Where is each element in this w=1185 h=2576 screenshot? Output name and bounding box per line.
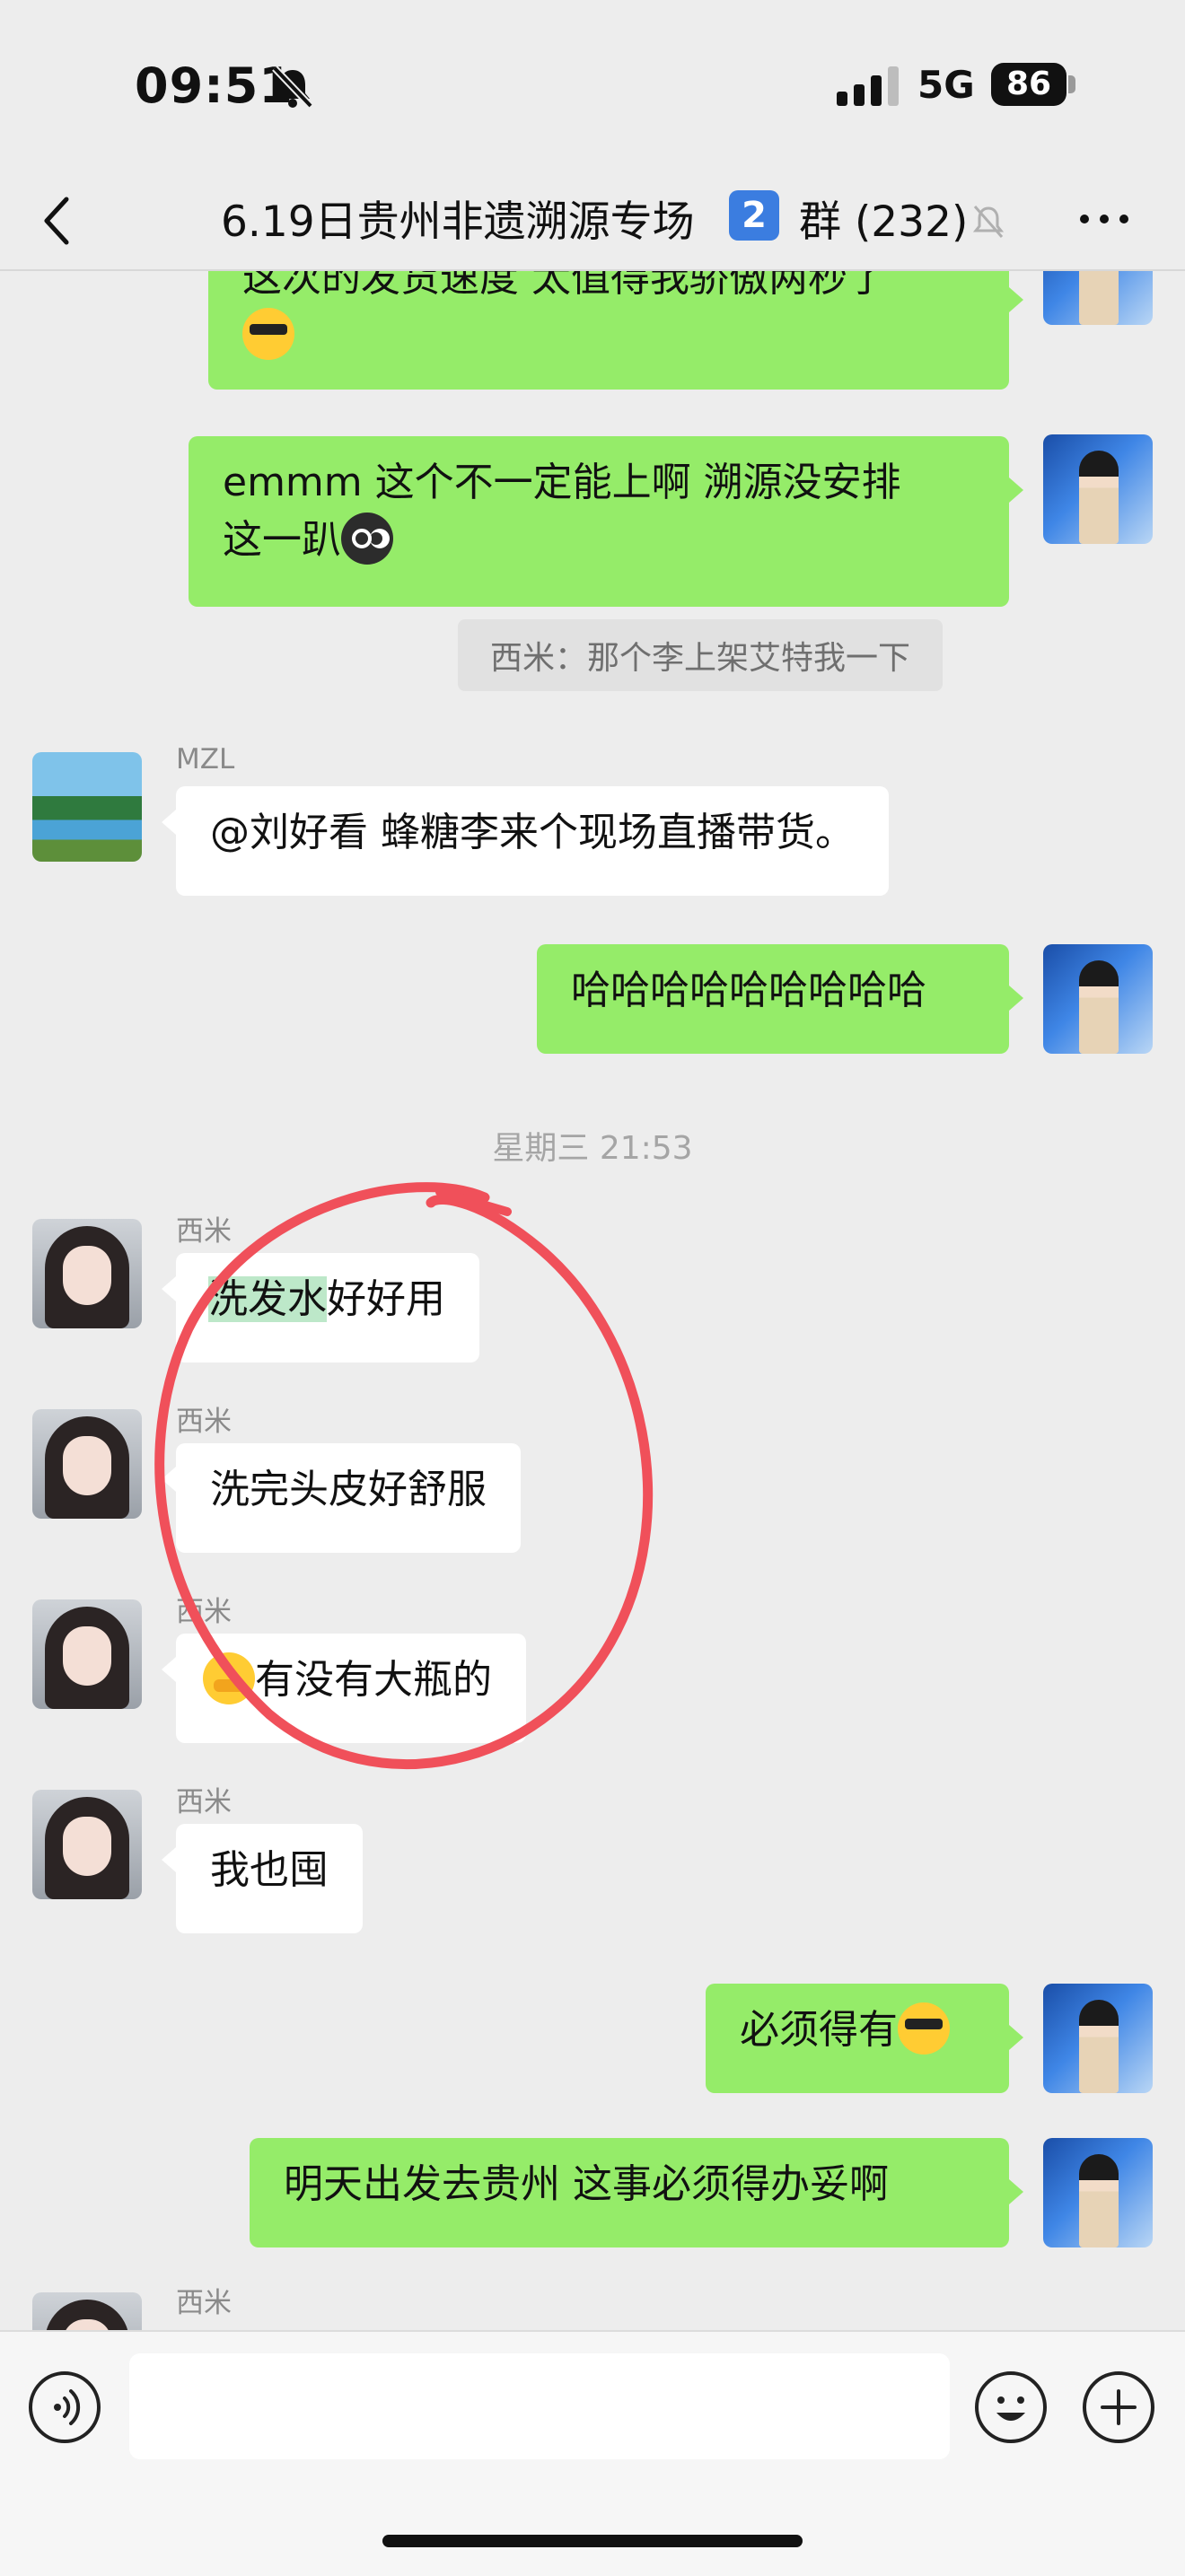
message-bubble-own[interactable]: emmm 这个不一定能上啊 溯源没安排 这一趴 (189, 436, 1009, 607)
message-text: 哈哈哈哈哈哈哈哈哈 (571, 968, 926, 1013)
status-bar: 09:51 5G 86 (0, 0, 1185, 171)
bubble-tail (162, 810, 176, 835)
dizzy-emoji-icon (341, 513, 393, 565)
contact-avatar-ximi[interactable] (32, 1219, 142, 1328)
my-avatar[interactable] (1043, 2138, 1153, 2247)
bubble-tail (162, 1467, 176, 1492)
bubble-tail (1009, 2025, 1023, 2050)
message-bubble-own[interactable]: 必须得有 (706, 1984, 1009, 2093)
battery-level: 86 (991, 63, 1066, 106)
message-text: 有没有大瓶的 (255, 1657, 492, 1703)
my-avatar[interactable] (1043, 1984, 1153, 2093)
contact-avatar-mzl[interactable] (32, 752, 142, 862)
my-avatar[interactable] (1043, 944, 1153, 1054)
chat-header: 6.19日贵州非遗溯源专场 2 群 (232) (0, 171, 1185, 271)
bubble-tail (1009, 2179, 1023, 2204)
sender-name: 西米 (176, 1786, 232, 1818)
sender-name: 西米 (176, 2287, 232, 2319)
cool-emoji-icon (242, 308, 294, 360)
message-bubble-other[interactable]: 有没有大瓶的 (176, 1634, 526, 1743)
bell-muted-icon (272, 66, 313, 109)
group-title: 6.19日贵州非遗溯源专场 (221, 197, 695, 247)
message-input[interactable] (129, 2353, 950, 2459)
voice-icon[interactable] (29, 2371, 101, 2443)
message-text: emmm 这个不一定能上啊 溯源没安排 (223, 460, 901, 505)
group-member-count: 群 (232) (799, 197, 969, 247)
highlighted-keyword[interactable]: 洗发水 (208, 1276, 327, 1322)
bubble-tail (1009, 478, 1023, 503)
chat-message-list[interactable]: 这次的发货速度 太值得我骄傲两秒了 emmm 这个不一定能上啊 溯源没安排 这一… (0, 269, 1185, 2330)
message-bubble-own[interactable]: 明天出发去贵州 这事必须得办妥啊 (250, 2138, 1009, 2247)
message-text: 洗完头皮好舒服 (210, 1467, 487, 1512)
message-text: 这一趴 (223, 517, 341, 563)
my-avatar[interactable] (1043, 269, 1153, 325)
message-text: 这次的发货速度 太值得我骄傲两秒了 (242, 269, 887, 301)
sender-name: MZL (176, 743, 235, 775)
emoji-icon[interactable] (975, 2371, 1047, 2443)
message-text: 好好用 (327, 1276, 445, 1322)
message-bubble-other[interactable]: 我也囤 (176, 1824, 363, 1933)
bubble-tail (162, 1847, 176, 1872)
message-bubble-other[interactable]: 洗发水好好用 (176, 1253, 479, 1362)
message-text: @刘好看 蜂糖李来个现场直播带货。 (210, 810, 855, 855)
battery-tip (1068, 75, 1075, 93)
sender-name: 西米 (176, 1596, 232, 1628)
my-avatar[interactable] (1043, 434, 1153, 544)
contact-avatar-ximi[interactable] (32, 1599, 142, 1709)
network-type: 5G (917, 63, 975, 107)
signal-icon (837, 66, 899, 106)
bubble-tail (1009, 287, 1023, 312)
quoted-reply[interactable]: 西米：那个李上架艾特我一下 (458, 619, 944, 691)
timestamp-divider: 星期三 21:53 (492, 1130, 693, 1167)
message-text: 明天出发去贵州 这事必须得办妥啊 (284, 2161, 889, 2207)
keycap-badge: 2 (729, 190, 779, 241)
shush-emoji-icon (203, 1652, 255, 1704)
home-indicator[interactable] (382, 2535, 803, 2547)
message-text: 我也囤 (210, 1847, 329, 1893)
bubble-tail (1009, 986, 1023, 1011)
contact-avatar-ximi[interactable] (32, 1409, 142, 1519)
cool-emoji-icon (898, 2002, 950, 2055)
plus-icon[interactable] (1083, 2371, 1154, 2443)
sender-name: 西米 (176, 1406, 232, 1438)
bubble-tail (162, 1276, 176, 1301)
message-text: 必须得有 (740, 2007, 898, 2053)
contact-avatar-ximi[interactable] (32, 1790, 142, 1899)
more-icon[interactable] (1077, 210, 1131, 228)
sender-name: 西米 (176, 1215, 232, 1248)
message-bubble-own[interactable]: 这次的发货速度 太值得我骄傲两秒了 (208, 269, 1009, 390)
message-bubble-own[interactable]: 哈哈哈哈哈哈哈哈哈 (537, 944, 1009, 1054)
bubble-tail (162, 1657, 176, 1682)
message-bubble-other[interactable]: @刘好看 蜂糖李来个现场直播带货。 (176, 786, 889, 896)
message-bubble-other[interactable]: 洗完头皮好舒服 (176, 1443, 521, 1553)
back-chevron-icon[interactable] (36, 194, 81, 248)
mute-icon (972, 206, 1005, 238)
contact-avatar-ximi[interactable] (32, 2292, 142, 2330)
